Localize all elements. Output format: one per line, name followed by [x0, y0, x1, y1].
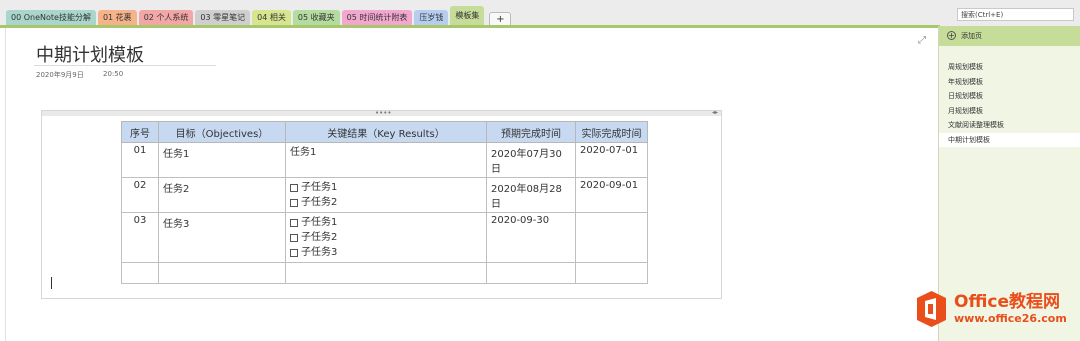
table-header-row: 序号 目标（Objectives） 关键结果（Key Results） 预期完成… [121, 121, 648, 143]
section-tab[interactable]: 02 个人系统 [138, 10, 194, 25]
cell-key-results[interactable]: 子任务1 子任务2 [285, 177, 487, 213]
key-result-text: 任务1 [290, 147, 317, 158]
cell-goal[interactable]: 任务2 [158, 177, 286, 213]
checkbox-icon[interactable] [290, 248, 298, 257]
page-title[interactable]: 中期计划模板 [36, 41, 144, 67]
checkbox-icon[interactable] [290, 233, 298, 242]
table-row: 03 任务3 子任务1 子任务2 子任务3 2020-09-30 [121, 212, 648, 263]
office-logo-icon [915, 290, 948, 328]
header-key-results[interactable]: 关键结果（Key Results） [285, 121, 487, 143]
page-list-item[interactable]: 月规划模板 [939, 104, 1080, 119]
header-actual[interactable]: 实际完成时间 [575, 121, 648, 143]
key-result-text: 子任务2 [301, 197, 338, 208]
cell-actual[interactable]: 2020-07-01 [575, 142, 648, 178]
section-tab[interactable]: 压岁钱 [414, 10, 449, 25]
section-tab[interactable]: 01 花裹 [97, 10, 137, 25]
cell-expected[interactable]: 2020年08月28日 [486, 177, 576, 213]
section-tab[interactable]: 模板集 [450, 6, 485, 25]
add-page-button[interactable]: + 添加页 [939, 26, 1080, 46]
page-date: 2020年9月9日 [36, 71, 84, 79]
text-cursor [51, 277, 52, 289]
page-list-item[interactable]: 中期计划模板 [939, 132, 1080, 147]
watermark: Office教程网 www.office26.com [915, 290, 1067, 328]
cell-expected[interactable]: 2020-09-30 [486, 212, 576, 263]
section-tab[interactable]: 03 零星笔记 [195, 10, 251, 25]
header-expected[interactable]: 预期完成时间 [486, 121, 576, 143]
cell-goal[interactable]: 任务1 [158, 142, 286, 178]
key-result-text: 子任务1 [301, 217, 338, 228]
page-list-item[interactable]: 文献阅读整理模板 [939, 118, 1080, 133]
cell-goal[interactable] [158, 262, 286, 284]
header-no[interactable]: 序号 [121, 121, 159, 143]
cell-key-results[interactable]: 子任务1 子任务2 子任务3 [285, 212, 487, 263]
cell-no[interactable] [121, 262, 159, 284]
title-underline [34, 65, 216, 66]
table-row: 01 任务1 任务1 2020年07月30日 2020-07-01 [121, 142, 648, 178]
search-input[interactable]: 搜索(Ctrl+E) [957, 8, 1074, 21]
cell-key-results[interactable] [285, 262, 487, 284]
page-time: 20:50 [103, 70, 124, 78]
cell-key-results[interactable]: 任务1 [285, 142, 487, 178]
page-list-item[interactable]: 周规划模板 [939, 60, 1080, 75]
key-result-item: 子任务2 [290, 230, 482, 245]
plan-table: 序号 目标（Objectives） 关键结果（Key Results） 预期完成… [121, 121, 648, 284]
cell-actual[interactable]: 2020-09-01 [575, 177, 648, 213]
table-row [121, 262, 648, 284]
cell-no[interactable]: 02 [121, 177, 159, 213]
cell-actual[interactable] [575, 262, 648, 284]
key-result-text: 子任务1 [301, 182, 338, 193]
add-page-label: 添加页 [961, 32, 982, 40]
brand-name: Office教程网 [954, 292, 1061, 312]
cell-expected[interactable]: 2020年07月30日 [486, 142, 576, 178]
page-list-item[interactable]: 年规划模板 [939, 75, 1080, 90]
grip-icon[interactable]: •••• [375, 109, 392, 117]
checkbox-icon[interactable] [290, 183, 298, 192]
table-row: 02 任务2 子任务1 子任务2 2020年08月28日 2020-09-01 [121, 177, 648, 213]
section-tab-bar: 00 OneNote技能分解 01 花裹 02 个人系统 03 零星笔记 04 相关 05… [0, 0, 1080, 28]
key-result-item: 子任务3 [290, 245, 482, 260]
cell-goal[interactable]: 任务3 [158, 212, 286, 263]
resize-icon[interactable]: ◂▸ [712, 109, 718, 116]
page-list-item[interactable]: 日规划模板 [939, 89, 1080, 104]
key-result-item: 子任务2 [290, 195, 482, 210]
key-result-item: 子任务1 [290, 180, 482, 195]
brand-url: www.office26.com [954, 312, 1067, 325]
cell-no[interactable]: 01 [121, 142, 159, 178]
cell-actual[interactable] [575, 212, 648, 263]
section-tab[interactable]: 00 OneNote技能分解 [6, 10, 96, 25]
cell-no[interactable]: 03 [121, 212, 159, 263]
section-tab[interactable]: 05 时间统计附表 [341, 10, 413, 25]
plus-circle-icon: + [947, 31, 956, 40]
header-goal[interactable]: 目标（Objectives） [158, 121, 286, 143]
key-result-text: 子任务3 [301, 247, 338, 258]
page-list: 周规划模板 年规划模板 日规划模板 月规划模板 文献阅读整理模板 中期计划模板 [939, 60, 1080, 147]
key-result-item: 子任务1 [290, 215, 482, 230]
key-result-item: 任务1 [290, 145, 482, 160]
checkbox-icon[interactable] [290, 198, 298, 207]
container-drag-bar[interactable]: •••• ◂▸ [42, 109, 721, 117]
expand-icon[interactable]: ⤢ [918, 35, 926, 46]
cell-expected[interactable] [486, 262, 576, 284]
key-result-text: 子任务2 [301, 232, 338, 243]
section-tab[interactable]: 05 收藏夹 [292, 10, 340, 25]
section-tab[interactable]: 04 相关 [252, 10, 291, 25]
checkbox-icon[interactable] [290, 218, 298, 227]
